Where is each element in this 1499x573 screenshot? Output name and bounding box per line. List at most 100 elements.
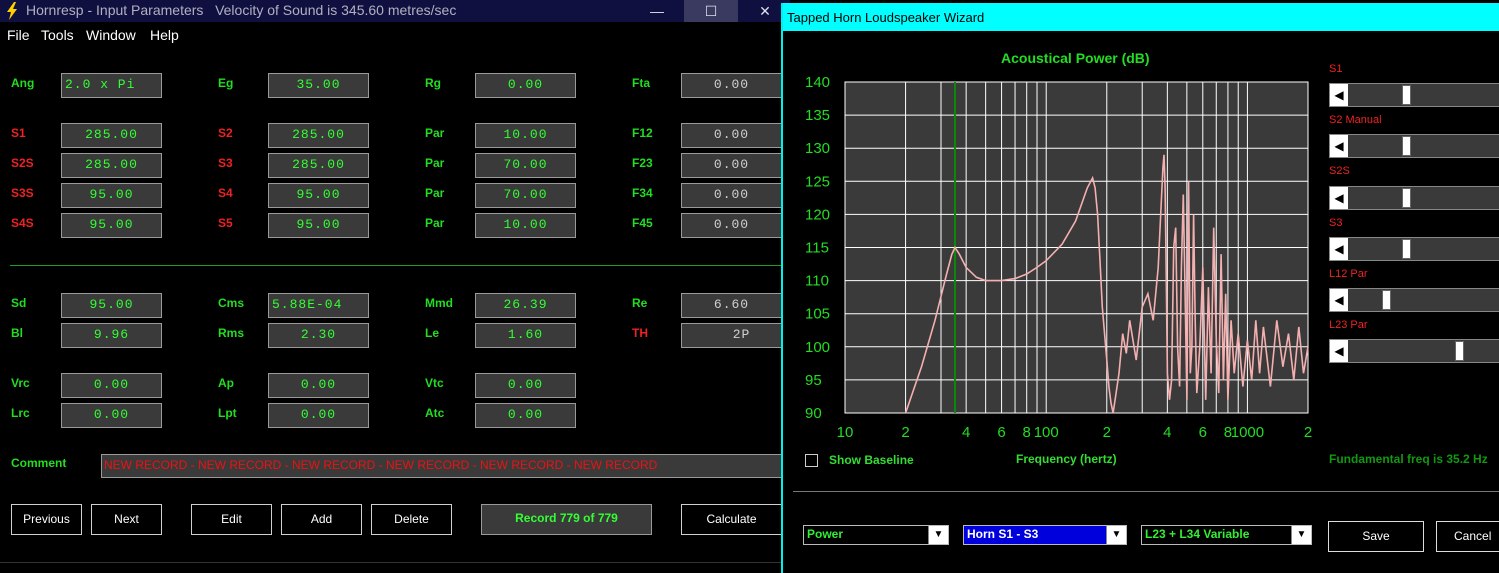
param-field-par-4[interactable]: 10.00 xyxy=(475,213,576,238)
slider-left-arrow-icon[interactable]: ◀ xyxy=(1330,238,1348,260)
slider-l12-par[interactable]: ◀ xyxy=(1329,288,1499,312)
param-field-vrc[interactable]: 0.00 xyxy=(61,373,162,398)
slider-s1[interactable]: ◀ xyxy=(1329,83,1499,107)
horn-dropdown[interactable]: Horn S1 - S3 ▼ xyxy=(963,525,1127,545)
hornresp-main-window: Hornresp - Input Parameters Velocity of … xyxy=(0,0,791,573)
param-field-s4[interactable]: 95.00 xyxy=(268,183,369,208)
save-button[interactable]: Save xyxy=(1328,521,1424,552)
param-field-s2s[interactable]: 285.00 xyxy=(61,153,162,178)
slider-thumb[interactable] xyxy=(1455,341,1465,361)
minimize-button[interactable]: — xyxy=(630,0,684,22)
previous-button[interactable]: Previous xyxy=(11,504,82,535)
param-label-vtc: Vtc xyxy=(425,376,444,390)
delete-button[interactable]: Delete xyxy=(371,504,452,535)
param-label-lpt: Lpt xyxy=(218,406,237,420)
param-field-s1[interactable]: 285.00 xyxy=(61,123,162,148)
slider-thumb[interactable] xyxy=(1401,188,1411,208)
param-field-rg[interactable]: 0.00 xyxy=(475,73,576,98)
slider-label-s2s: S2S xyxy=(1329,165,1350,177)
next-button[interactable]: Next xyxy=(91,504,162,535)
x-tick-label: 2 xyxy=(901,424,909,441)
slider-l23-par[interactable]: ◀ xyxy=(1329,339,1499,363)
param-field-rms[interactable]: 2.30 xyxy=(268,323,369,348)
param-field-f12[interactable]: 0.00 xyxy=(681,123,782,148)
horn-dropdown-value: Horn S1 - S3 xyxy=(967,527,1039,541)
section-divider xyxy=(10,265,790,266)
slider-thumb[interactable] xyxy=(1401,85,1411,105)
param-field-re[interactable]: 6.60 xyxy=(681,293,782,318)
slider-s2s[interactable]: ◀ xyxy=(1329,186,1499,210)
menu-tools[interactable]: Tools xyxy=(41,27,74,43)
chevron-down-icon[interactable]: ▼ xyxy=(1106,526,1126,544)
x-tick-label: 1000 xyxy=(1231,424,1264,441)
param-field-sd[interactable]: 95.00 xyxy=(61,293,162,318)
param-field-bl[interactable]: 9.96 xyxy=(61,323,162,348)
param-field-s5[interactable]: 95.00 xyxy=(268,213,369,238)
show-baseline-checkbox[interactable] xyxy=(805,454,818,467)
y-tick-label: 135 xyxy=(805,107,830,124)
param-field-f34[interactable]: 0.00 xyxy=(681,183,782,208)
x-tick-label: 10 xyxy=(837,424,854,441)
param-field-par-3[interactable]: 70.00 xyxy=(475,183,576,208)
calculate-button[interactable]: Calculate xyxy=(681,504,782,535)
menu-help[interactable]: Help xyxy=(150,27,179,43)
comment-label: Comment xyxy=(11,456,67,470)
menu-window[interactable]: Window xyxy=(86,27,136,43)
y-tick-label: 110 xyxy=(805,273,829,290)
slider-left-arrow-icon[interactable]: ◀ xyxy=(1330,187,1348,209)
param-field-lrc[interactable]: 0.00 xyxy=(61,403,162,428)
param-field-f45[interactable]: 0.00 xyxy=(681,213,782,238)
param-label-ap: Ap xyxy=(218,376,234,390)
param-label-cms: Cms xyxy=(218,296,245,310)
param-field-mmd[interactable]: 26.39 xyxy=(475,293,576,318)
param-label-lrc: Lrc xyxy=(11,406,30,420)
slider-left-arrow-icon[interactable]: ◀ xyxy=(1330,135,1348,157)
param-field-ang[interactable]: 2.0 x Pi xyxy=(61,73,162,98)
param-field-le[interactable]: 1.60 xyxy=(475,323,576,348)
y-tick-label: 90 xyxy=(805,405,822,422)
param-field-s3s[interactable]: 95.00 xyxy=(61,183,162,208)
maximize-button[interactable]: ☐ xyxy=(684,0,738,22)
slider-left-arrow-icon[interactable]: ◀ xyxy=(1330,340,1348,362)
slider-thumb[interactable] xyxy=(1401,136,1411,156)
menu-file[interactable]: File xyxy=(7,27,30,43)
comment-field[interactable]: NEW RECORD - NEW RECORD - NEW RECORD - N… xyxy=(101,454,791,478)
param-field-fta[interactable]: 0.00 xyxy=(681,73,782,98)
param-label-rms: Rms xyxy=(218,326,245,340)
param-field-eg[interactable]: 35.00 xyxy=(268,73,369,98)
param-field-vtc[interactable]: 0.00 xyxy=(475,373,576,398)
edit-button[interactable]: Edit xyxy=(191,504,272,535)
show-baseline-label[interactable]: Show Baseline xyxy=(829,453,914,467)
param-field-cms[interactable]: 5.88E-04 xyxy=(268,293,369,318)
param-label-le: Le xyxy=(425,326,440,340)
slider-label-s2-manual: S2 Manual xyxy=(1329,114,1382,126)
param-label-atc: Atc xyxy=(425,406,445,420)
chevron-down-icon[interactable]: ▼ xyxy=(1291,526,1311,544)
cancel-button[interactable]: Cancel xyxy=(1436,521,1499,552)
param-field-s4s[interactable]: 95.00 xyxy=(61,213,162,238)
param-label-f23: F23 xyxy=(632,156,653,170)
param-label-f34: F34 xyxy=(632,186,653,200)
param-field-par-2[interactable]: 70.00 xyxy=(475,153,576,178)
param-field-th[interactable]: 2P xyxy=(681,323,782,348)
slider-left-arrow-icon[interactable]: ◀ xyxy=(1330,84,1348,106)
mode-dropdown[interactable]: Power ▼ xyxy=(803,525,949,545)
param-field-f23[interactable]: 0.00 xyxy=(681,153,782,178)
chevron-down-icon[interactable]: ▼ xyxy=(928,526,948,544)
param-field-lpt[interactable]: 0.00 xyxy=(268,403,369,428)
add-button[interactable]: Add xyxy=(281,504,362,535)
slider-thumb[interactable] xyxy=(1381,290,1391,310)
x-tick-label: 4 xyxy=(1163,424,1171,441)
param-field-par-1[interactable]: 10.00 xyxy=(475,123,576,148)
slider-s3[interactable]: ◀ xyxy=(1329,237,1499,261)
param-label-rg: Rg xyxy=(425,76,441,90)
slider-left-arrow-icon[interactable]: ◀ xyxy=(1330,289,1348,311)
param-field-s3[interactable]: 285.00 xyxy=(268,153,369,178)
param-label-s3s: S3S xyxy=(11,186,34,200)
param-field-ap[interactable]: 0.00 xyxy=(268,373,369,398)
slider-s2-manual[interactable]: ◀ xyxy=(1329,134,1499,158)
param-field-atc[interactable]: 0.00 xyxy=(475,403,576,428)
param-field-s2[interactable]: 285.00 xyxy=(268,123,369,148)
variable-dropdown[interactable]: L23 + L34 Variable ▼ xyxy=(1141,525,1312,545)
slider-thumb[interactable] xyxy=(1401,239,1411,259)
